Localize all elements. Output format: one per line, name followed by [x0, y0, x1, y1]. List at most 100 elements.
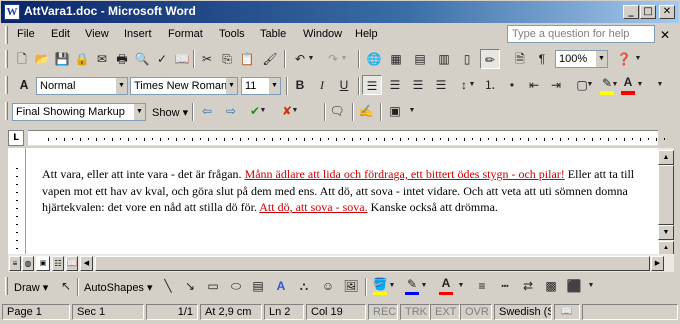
menu-table[interactable]: Table: [260, 28, 286, 40]
display-for-review-select[interactable]: Final Showing Markup ▼: [12, 103, 146, 121]
drawing-font-color-icon[interactable]: A: [436, 273, 456, 293]
bold-button[interactable]: B: [290, 75, 310, 95]
horizontal-ruler[interactable]: [28, 130, 665, 146]
menu-edit[interactable]: Edit: [51, 28, 70, 40]
maximize-button[interactable]: □: [640, 5, 656, 19]
print-layout-icon[interactable]: ▣: [36, 256, 50, 271]
reading-layout-icon[interactable]: 📖: [66, 256, 78, 271]
line-style-icon[interactable]: ≡: [472, 276, 492, 296]
open-folder-icon[interactable]: 📂: [32, 49, 52, 69]
status-section[interactable]: Sec 1: [72, 304, 144, 320]
menu-insert[interactable]: Insert: [124, 28, 152, 40]
borders-dropdown-icon[interactable]: ▼: [585, 75, 595, 95]
menu-window[interactable]: Window: [303, 28, 342, 40]
fill-color-dropdown-icon[interactable]: ▼: [387, 276, 397, 296]
italic-button[interactable]: I: [312, 75, 332, 95]
scroll-down-icon[interactable]: ▼: [658, 225, 674, 240]
status-rec[interactable]: REC: [368, 304, 398, 320]
insert-table-icon[interactable]: ▤: [410, 49, 430, 69]
menu-view[interactable]: View: [85, 28, 109, 40]
web-layout-icon[interactable]: ◍: [22, 256, 34, 271]
reviewing-options-icon[interactable]: ▼: [407, 101, 417, 121]
font-dropdown-icon[interactable]: ▼: [226, 78, 237, 94]
align-right-icon[interactable]: ☰: [408, 75, 428, 95]
reviewing-pane-icon[interactable]: ▣: [385, 101, 405, 121]
display-dropdown-icon[interactable]: ▼: [134, 104, 145, 120]
status-position[interactable]: At 2,9 cm: [200, 304, 262, 320]
formatting-options-icon[interactable]: ▼: [655, 75, 665, 95]
menu-file[interactable]: File: [17, 28, 35, 40]
formatting-toolbar-grip[interactable]: [5, 76, 8, 94]
status-language[interactable]: Swedish (S: [494, 304, 552, 320]
save-icon[interactable]: 💾: [52, 49, 72, 69]
scroll-left-icon[interactable]: ◀: [80, 256, 93, 271]
drawing-options-icon[interactable]: ▼: [586, 276, 596, 296]
underline-button[interactable]: U: [334, 75, 354, 95]
help-icon[interactable]: ❓: [614, 49, 634, 69]
arrow-style-icon[interactable]: ⇄: [518, 276, 538, 296]
style-select[interactable]: Normal ▼: [36, 77, 128, 95]
next-change-icon[interactable]: ⇨: [221, 101, 241, 121]
new-document-icon[interactable]: 🗋: [12, 49, 32, 69]
undo-dropdown-icon[interactable]: ▼: [306, 49, 316, 69]
format-painter-icon[interactable]: 🖌: [260, 49, 280, 69]
rectangle-tool-icon[interactable]: ▭: [203, 276, 223, 296]
redo-dropdown-icon[interactable]: ▼: [339, 49, 349, 69]
wordart-icon[interactable]: A: [271, 276, 291, 296]
line-spacing-dropdown-icon[interactable]: ▼: [467, 75, 477, 95]
style-dropdown-icon[interactable]: ▼: [116, 78, 127, 94]
vertical-ruler[interactable]: [8, 148, 26, 257]
menu-tools[interactable]: Tools: [219, 28, 245, 40]
show-menu-button[interactable]: Show ▾: [152, 106, 188, 119]
standard-toolbar-grip[interactable]: [5, 50, 8, 68]
draw-menu-button[interactable]: Draw ▾: [14, 281, 48, 294]
status-page[interactable]: Page 1: [2, 304, 70, 320]
status-ovr[interactable]: OVR: [460, 304, 492, 320]
justify-icon[interactable]: ☰: [431, 75, 451, 95]
print-preview-icon[interactable]: 🔍: [132, 49, 152, 69]
previous-change-icon[interactable]: ⇦: [197, 101, 217, 121]
align-center-icon[interactable]: ☰: [385, 75, 405, 95]
research-icon[interactable]: 📖: [172, 49, 192, 69]
spelling-status-icon[interactable]: 📖: [554, 304, 580, 320]
autoshapes-menu-button[interactable]: AutoShapes ▾: [84, 281, 153, 294]
tab-selector[interactable]: L: [8, 130, 24, 146]
close-button[interactable]: ✕: [659, 5, 675, 19]
font-size-dropdown-icon[interactable]: ▼: [269, 78, 280, 94]
align-left-icon[interactable]: ☰: [362, 75, 382, 95]
spelling-icon[interactable]: ✓: [152, 49, 172, 69]
print-icon[interactable]: 🖶: [112, 49, 132, 69]
line-color-dropdown-icon[interactable]: ▼: [419, 276, 429, 296]
email-icon[interactable]: ✉: [92, 49, 112, 69]
document-map-icon[interactable]: 🗎: [510, 49, 530, 69]
zoom-dropdown-icon[interactable]: ▼: [596, 51, 607, 67]
increase-indent-icon[interactable]: ⇥: [546, 75, 566, 95]
track-changes-icon[interactable]: ✍: [356, 101, 376, 121]
clip-art-icon[interactable]: ☺: [318, 276, 338, 296]
status-line[interactable]: Ln 2: [264, 304, 304, 320]
text-box-icon[interactable]: ▤: [248, 276, 268, 296]
status-page-count[interactable]: 1/1: [146, 304, 198, 320]
permission-icon[interactable]: 🔒: [72, 49, 92, 69]
menu-help[interactable]: Help: [355, 28, 378, 40]
tables-borders-icon[interactable]: ▦: [386, 49, 406, 69]
toolbar-options-icon[interactable]: ▼: [633, 49, 643, 69]
font-size-select[interactable]: 11 ▼: [241, 77, 281, 95]
zoom-select[interactable]: 100% ▼: [555, 50, 608, 68]
scroll-thumb[interactable]: [658, 165, 674, 225]
menu-format[interactable]: Format: [168, 28, 203, 40]
status-ext[interactable]: EXT: [430, 304, 460, 320]
document-text[interactable]: Att vara, eller att inte vara - det är f…: [42, 166, 648, 216]
document-page[interactable]: Att vara, eller att inte vara - det är f…: [26, 148, 658, 254]
paste-icon[interactable]: 📋: [237, 49, 257, 69]
reviewing-toolbar-grip[interactable]: [5, 102, 8, 120]
insert-comment-icon[interactable]: 🗨: [327, 101, 347, 121]
accept-dropdown-icon[interactable]: ▼: [258, 101, 268, 121]
arrow-tool-icon[interactable]: ↘: [180, 276, 200, 296]
numbering-icon[interactable]: ⒈: [480, 75, 500, 95]
font-color-dropdown-icon[interactable]: ▼: [635, 75, 645, 95]
insert-excel-icon[interactable]: ▥: [434, 49, 454, 69]
scroll-up-icon[interactable]: ▲: [658, 150, 674, 165]
diagram-icon[interactable]: ⛬: [294, 276, 314, 296]
shadow-style-icon[interactable]: ▩: [541, 276, 561, 296]
